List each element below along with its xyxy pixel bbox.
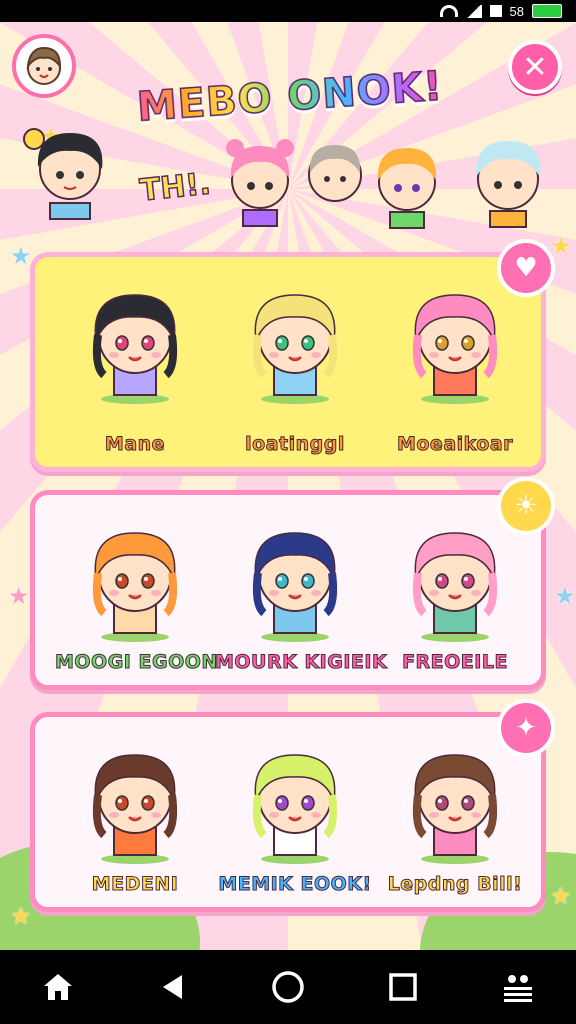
character-slot[interactable]: MEMIK EOOK! [215, 735, 375, 905]
profile-avatar-button[interactable] [12, 34, 76, 98]
character-name: MEMIK EOOK! [218, 873, 372, 896]
menu-icon [504, 975, 533, 1002]
star-decoration: ★ [550, 882, 572, 910]
character-slot[interactable]: Lepdng Bill! [375, 735, 535, 905]
character-portrait [92, 532, 178, 642]
character-name: MEDENI [91, 873, 179, 896]
back-button[interactable] [143, 957, 203, 1017]
home-icon [43, 974, 72, 1000]
character-card: ♥ Mane loatinggl Moeaikoar [30, 239, 555, 472]
character-name: Lepdng Bill! [387, 873, 523, 896]
character-portrait [92, 754, 178, 864]
home-button[interactable] [28, 957, 88, 1017]
overview-square-icon [389, 973, 417, 1001]
character-card: ☀ MOOGI EGOON MOURK KIGIEIK FREOEILE [30, 477, 555, 690]
character-portrait [412, 532, 498, 642]
game-subtitle: TH!. [138, 166, 213, 210]
battery-icon [532, 4, 562, 18]
character-slot[interactable]: FREOEILE [375, 513, 535, 683]
close-button[interactable]: ✕ [508, 40, 562, 94]
header-character-black-hair [23, 128, 103, 220]
character-name: MOURK KIGIEIK [215, 651, 388, 674]
avatar-icon [26, 46, 62, 85]
header-character-lightblue-hair [475, 141, 541, 228]
character-name: MOOGI EGOON [55, 651, 218, 674]
star-decoration: ★ [10, 902, 32, 930]
character-name: FREOEILE [402, 651, 508, 674]
header-character-orange-hair [377, 148, 437, 229]
status-bar: 58 [0, 0, 576, 22]
wifi-icon [439, 5, 458, 17]
character-card: ✦ MEDENI MEMIK EOOK! Lepdng Bill! [30, 699, 555, 912]
character-slot[interactable]: MOOGI EGOON [55, 513, 218, 683]
menu-button[interactable] [488, 957, 548, 1017]
game-screen: ★ ★ ★ ★ ★ ★ ★ ✕ MEBO ONOK! TH!. ♥ Mane l… [0, 22, 576, 950]
battery-text: 58 [509, 3, 524, 19]
signal-icon [465, 4, 482, 18]
close-icon: ✕ [522, 49, 548, 85]
character-portrait [412, 754, 498, 864]
system-navigation-bar [0, 950, 576, 1024]
character-slot[interactable]: loatinggl [215, 275, 375, 465]
character-name: Mane [104, 433, 166, 456]
recents-home-button[interactable] [258, 957, 318, 1017]
star-decoration: ★ [8, 582, 30, 610]
character-portrait [252, 532, 338, 642]
character-name: loatinggl [245, 433, 345, 456]
overview-button[interactable] [373, 957, 433, 1017]
character-portrait [252, 754, 338, 864]
character-portrait [252, 294, 338, 404]
game-logo: MEBO ONOK! [129, 63, 451, 132]
recent-home-circle-icon [272, 971, 304, 1003]
star-decoration: ★ [10, 242, 32, 270]
character-slot[interactable]: MEDENI [55, 735, 215, 905]
character-portrait [92, 294, 178, 404]
back-icon [162, 975, 182, 999]
game-title: MEBO ONOK! [129, 63, 451, 132]
character-name: Moeaikoar [396, 433, 514, 456]
header-character-gray-hair [308, 145, 362, 202]
star-decoration: ★ [554, 582, 576, 610]
header-character-pink-hair [226, 139, 294, 227]
character-slot[interactable]: MOURK KIGIEIK [215, 513, 388, 683]
character-slot[interactable]: Mane [55, 275, 215, 465]
character-portrait [412, 294, 498, 404]
notification-icon [489, 5, 502, 17]
character-slot[interactable]: Moeaikoar [375, 275, 535, 465]
